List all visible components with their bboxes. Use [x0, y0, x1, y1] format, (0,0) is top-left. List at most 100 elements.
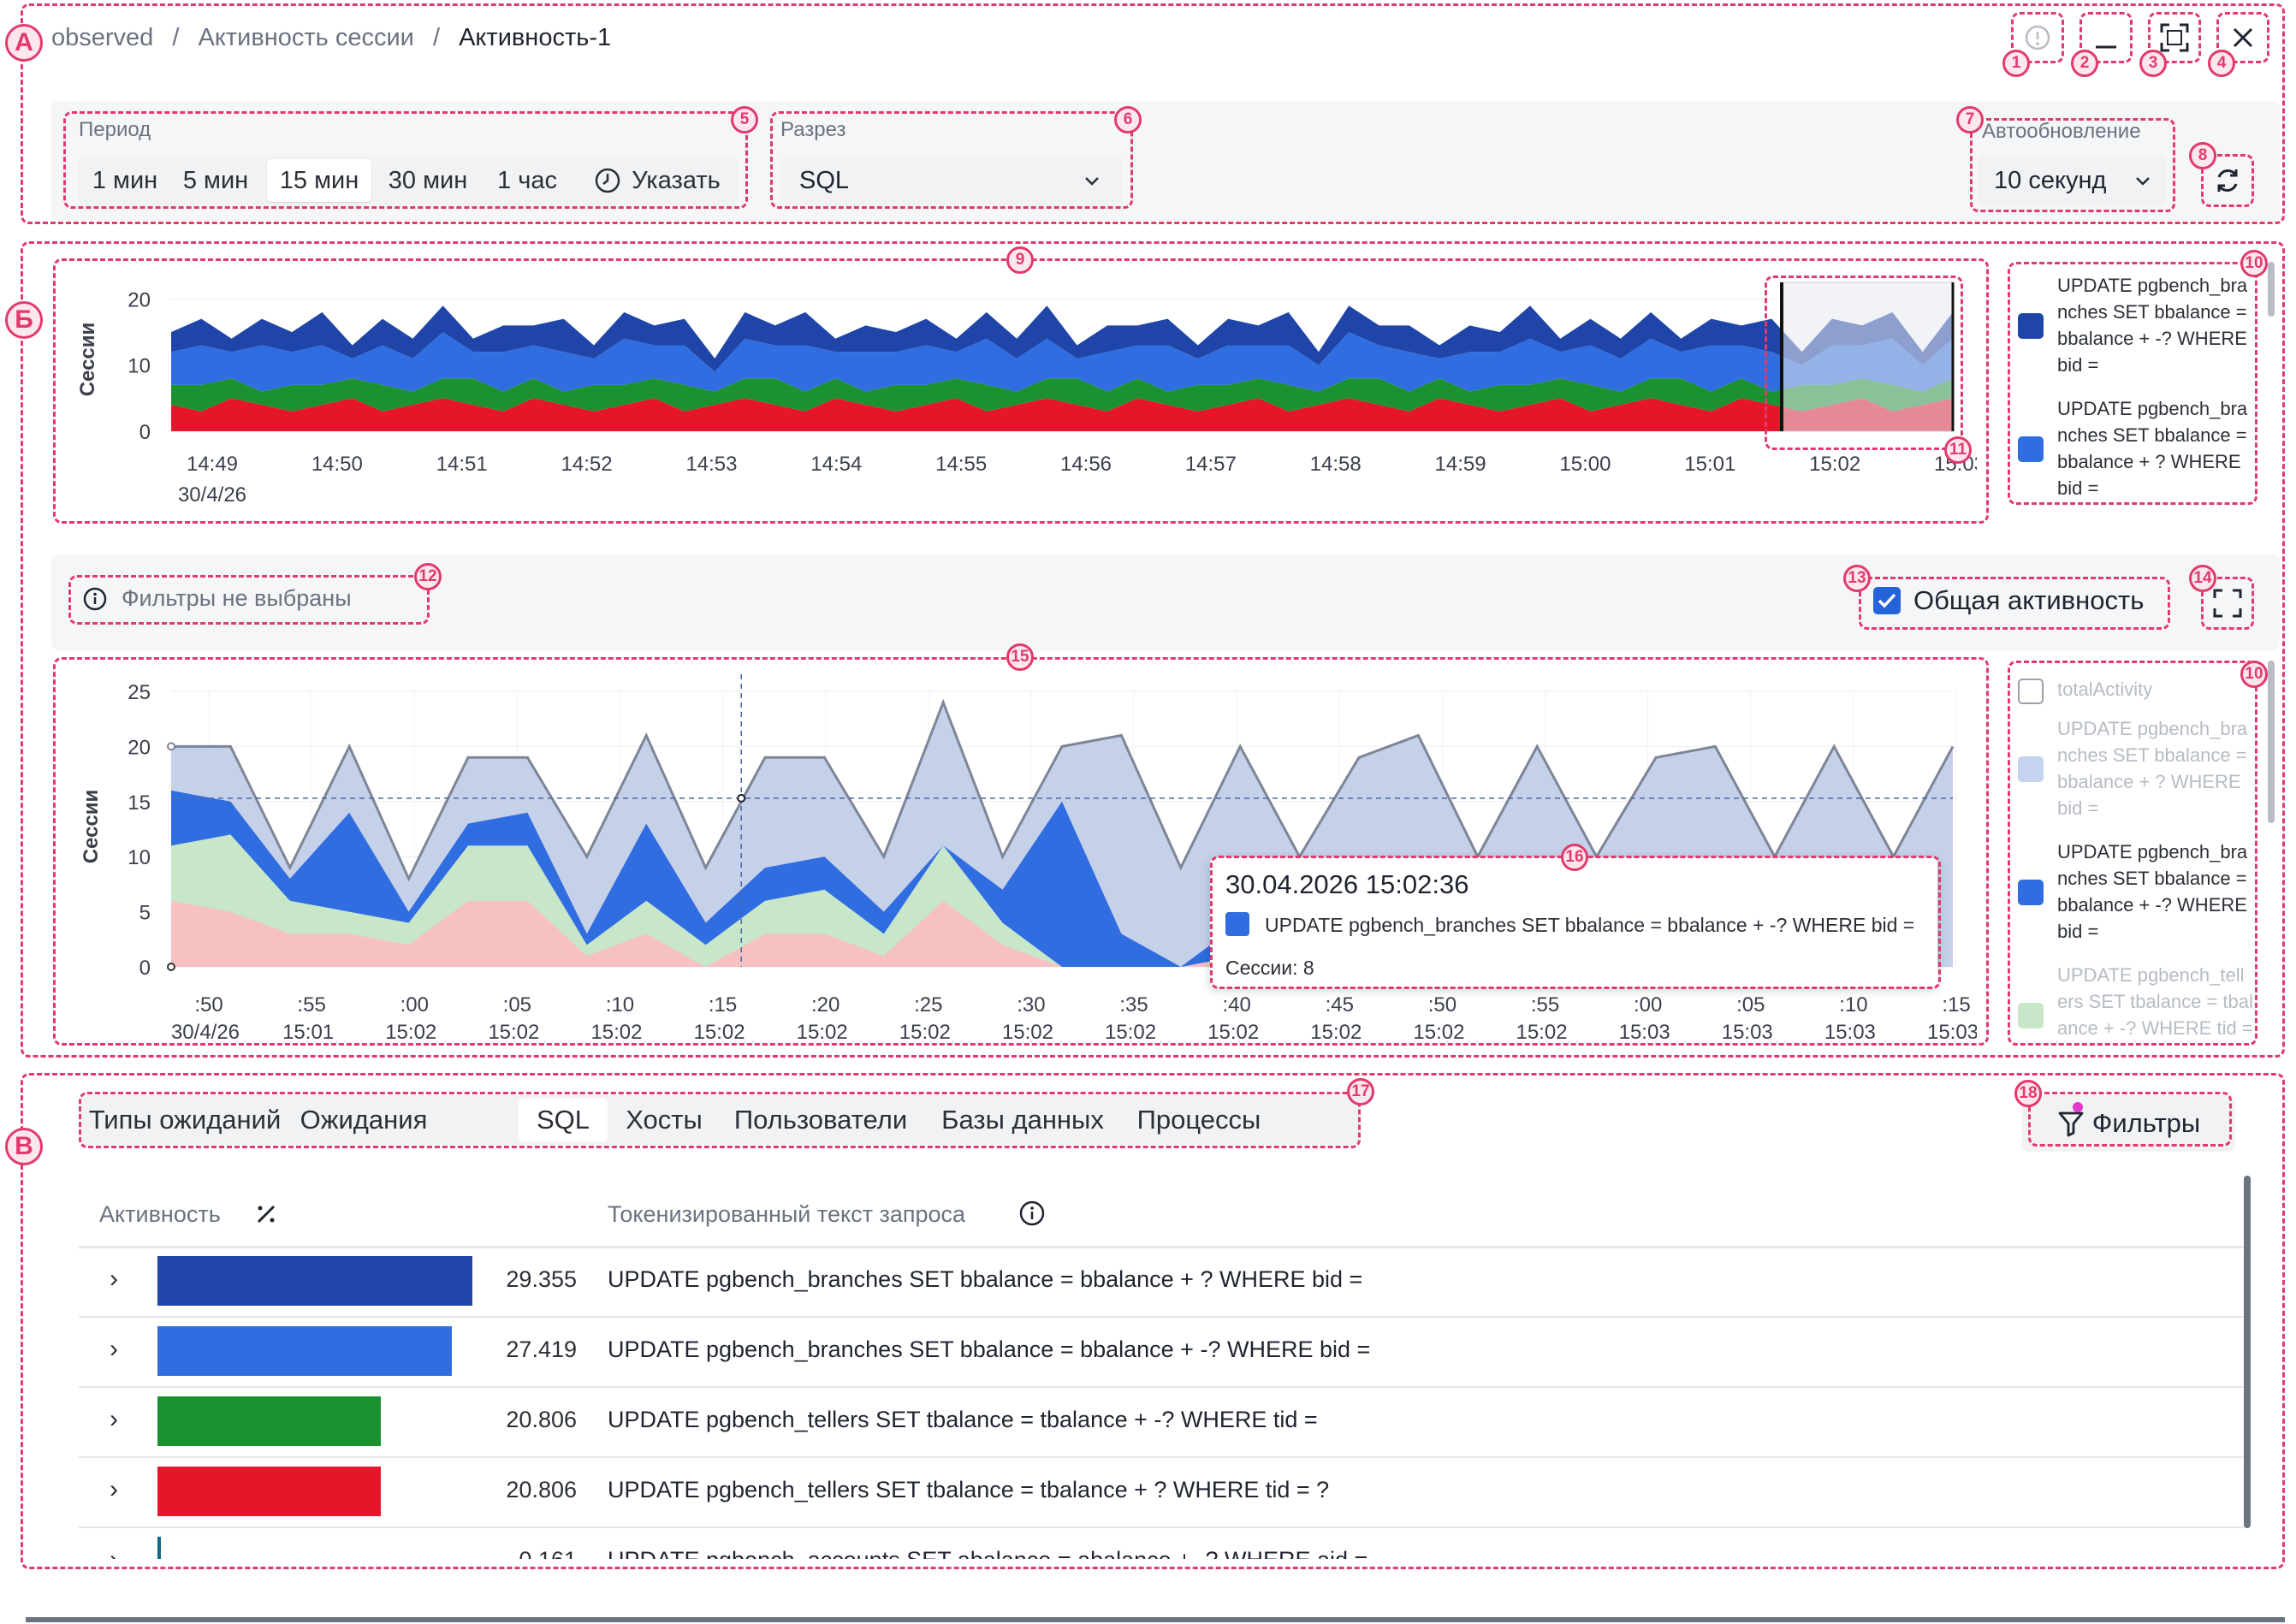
refresh-button[interactable] — [2206, 159, 2249, 202]
overview-chart[interactable]: 0 10 20 Сессии 14:49 14:50 14:51 14:52 14:53 14:5… — [60, 265, 1977, 519]
col-query[interactable]: Токенизированный текст запроса — [608, 1201, 965, 1228]
x-tick-sublabel: 15:02 — [694, 1021, 745, 1040]
legend-item[interactable]: UPDATE pgbench_branches SET bbalance = b… — [2016, 272, 2256, 392]
chevron-right-icon[interactable]: › — [110, 1475, 118, 1504]
legend-item-total[interactable]: totalActivity — [2016, 676, 2256, 710]
annotation-13: 13 — [1843, 565, 1871, 592]
period-5min[interactable]: 5 мин — [173, 159, 258, 202]
legend-item[interactable]: UPDATE pgbench_tellers SET tbalance = tb… — [2016, 962, 2256, 1042]
slice-label: Разрез — [780, 118, 846, 141]
close-icon — [2233, 27, 2253, 48]
x-tick-sublabel: 15:02 — [590, 1021, 642, 1040]
legend-swatch — [2018, 436, 2044, 462]
legend-label: UPDATE pgbench_branches SET bbalance = b… — [2057, 275, 2248, 376]
x-tick-label: :30 — [1017, 993, 1045, 1016]
legend-item[interactable]: UPDATE pgbench_branches SET bbalance = b… — [2016, 395, 2256, 501]
bottom-divider — [26, 1617, 2285, 1622]
x-tick-label: 15:01 — [1684, 453, 1735, 476]
period-15min[interactable]: 15 мин — [267, 159, 371, 202]
x-tick-label: :15 — [709, 993, 737, 1016]
query-text: UPDATE pgbench_accounts SET abalance = a… — [608, 1547, 1368, 1559]
x-tick-label: :55 — [297, 993, 325, 1016]
col-activity[interactable]: Активность — [99, 1201, 221, 1228]
x-tick-label: :00 — [1634, 993, 1662, 1016]
breadcrumb-section[interactable]: Активность сессии — [199, 24, 414, 51]
table-row[interactable]: › 27.419 UPDATE pgbench_branches SET bba… — [79, 1316, 2244, 1388]
x-tick-sublabel: 15:02 — [899, 1021, 951, 1040]
percent-toggle-icon[interactable] — [253, 1201, 279, 1227]
annotation-7: 7 — [1956, 106, 1984, 133]
x-tick-label: :50 — [194, 993, 222, 1016]
filters-info-text: Фильтры не выбраны — [122, 585, 352, 611]
chevron-down-icon — [2136, 177, 2150, 186]
annotation-b: Б — [5, 301, 43, 339]
minimize-icon — [2096, 45, 2116, 49]
y-tick-label: 10 — [128, 355, 151, 378]
filters-button-outline — [2028, 1092, 2232, 1147]
annotation-v: В — [5, 1128, 43, 1165]
period-1hour[interactable]: 1 час — [486, 159, 568, 202]
selection-window-outline — [1765, 276, 1963, 450]
legend-label: UPDATE pgbench_branches SET bbalance = b… — [2057, 718, 2248, 819]
data-point — [167, 963, 175, 971]
x-tick-sublabel: 15:02 — [1413, 1021, 1464, 1040]
annotation-4: 4 — [2208, 50, 2235, 77]
legend-top-scrollbar[interactable] — [2268, 262, 2275, 317]
x-tick-label: :55 — [1531, 993, 1559, 1016]
expand-chart-button[interactable] — [2206, 582, 2249, 625]
period-custom[interactable]: Указать — [582, 159, 733, 202]
chevron-right-icon[interactable]: › — [110, 1335, 118, 1364]
x-tick-label: :10 — [606, 993, 634, 1016]
chevron-right-icon[interactable]: › — [110, 1405, 118, 1434]
x-tick-sublabel: 15:03 — [1927, 1021, 1977, 1040]
legend-item[interactable]: UPDATE pgbench_branches SET bbalance = b… — [2016, 715, 2256, 835]
x-tick-label: 14:50 — [311, 453, 363, 476]
x-tick-label: 14:58 — [1310, 453, 1362, 476]
chevron-down-icon — [1085, 177, 1099, 186]
x-tick-label: :45 — [1326, 993, 1354, 1016]
chevron-right-icon[interactable]: › — [110, 1265, 118, 1294]
x-tick-sublabel: 15:02 — [1002, 1021, 1053, 1040]
y-tick-label: 20 — [128, 288, 151, 311]
legend-label: UPDATE pgbench_branches SET bbalance = b… — [2057, 398, 2248, 499]
activity-bar — [157, 1537, 161, 1559]
x-tick-sublabel: 15:02 — [385, 1021, 436, 1040]
table-row[interactable]: › 29.355 UPDATE pgbench_branches SET bba… — [79, 1246, 2244, 1318]
table-row[interactable]: › 20.806 UPDATE pgbench_tellers SET tbal… — [79, 1456, 2244, 1528]
legend-swatch — [2018, 1003, 2044, 1028]
annotation-a: А — [5, 24, 43, 62]
crosshair-point — [737, 793, 746, 803]
x-tick-label: :00 — [400, 993, 429, 1016]
slice-select[interactable]: SQL — [780, 156, 1123, 205]
x-tick-label: 14:49 — [187, 453, 238, 476]
fullscreen-icon — [2160, 23, 2189, 52]
info-icon[interactable] — [1018, 1200, 1046, 1227]
activity-value: 29.355 — [506, 1266, 577, 1292]
slice-value: SQL — [799, 166, 850, 194]
table-row[interactable]: › 0.161 UPDATE pgbench_accounts SET abal… — [79, 1526, 2244, 1559]
legend-item[interactable]: UPDATE pgbench_branches SET bbalance = b… — [2016, 839, 2256, 958]
period-1min[interactable]: 1 мин — [84, 159, 166, 202]
expand-icon — [2213, 589, 2242, 618]
total-activity-label: Общая активность — [1913, 585, 2145, 615]
query-text: UPDATE pgbench_branches SET bbalance = b… — [608, 1266, 1363, 1292]
x-tick-sublabel: 15:02 — [1310, 1021, 1362, 1040]
legend-bottom-scrollbar[interactable] — [2268, 661, 2275, 823]
table-row[interactable]: › 20.806 UPDATE pgbench_tellers SET tbal… — [79, 1386, 2244, 1458]
query-text: UPDATE pgbench_tellers SET tbalance = tb… — [608, 1407, 1318, 1432]
x-tick-label: 14:54 — [810, 453, 862, 476]
breadcrumb-root[interactable]: observed — [51, 24, 153, 51]
breadcrumb: observed / Активность сессии / Активност… — [51, 24, 611, 52]
activity-bar — [157, 1396, 381, 1446]
chevron-right-icon[interactable]: › — [110, 1545, 118, 1559]
total-activity-toggle[interactable]: Общая активность — [1872, 585, 2144, 616]
period-30min[interactable]: 30 мин — [378, 159, 478, 202]
annotation-5: 5 — [731, 106, 758, 133]
x-tick-sublabel: 15:02 — [1105, 1021, 1156, 1040]
autorefresh-select[interactable]: 10 секунд — [1979, 156, 2167, 205]
legend-label: totalActivity — [2057, 679, 2153, 700]
activity-bar — [157, 1467, 381, 1516]
period-selector: 1 мин 5 мин 15 мин 30 мин 1 час Указать — [79, 156, 738, 205]
x-tick-label: :10 — [1839, 993, 1867, 1016]
query-text: UPDATE pgbench_branches SET bbalance = b… — [608, 1337, 1371, 1362]
